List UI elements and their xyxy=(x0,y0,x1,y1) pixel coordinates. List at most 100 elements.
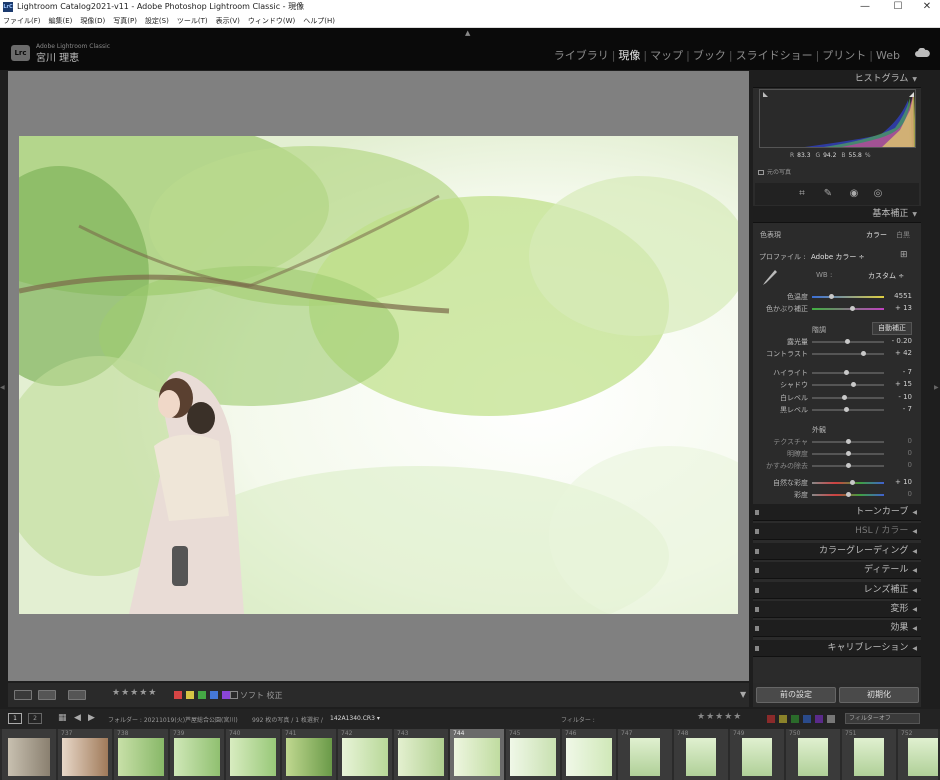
treatment-color-button[interactable]: カラー xyxy=(866,230,887,240)
shadows-value[interactable]: + 15 xyxy=(888,380,912,388)
masking-icon[interactable]: ◎ xyxy=(871,187,885,201)
before-after-swap-button[interactable] xyxy=(68,690,86,700)
main-photo[interactable] xyxy=(19,136,738,614)
color-label-green[interactable] xyxy=(198,691,206,699)
dehaze-value[interactable]: 0 xyxy=(888,461,912,469)
loupe-view-button[interactable] xyxy=(14,690,32,700)
panel-hsl[interactable]: HSL / カラー ◀ xyxy=(753,523,921,540)
previous-settings-button[interactable]: 前の設定 xyxy=(756,687,836,703)
exposure-knob[interactable] xyxy=(844,339,850,344)
grid-view-icon[interactable]: ▦ xyxy=(58,713,67,723)
shadows-slider[interactable] xyxy=(812,382,884,387)
filter-stars[interactable]: ★★★★★ xyxy=(697,712,742,722)
blacks-slider[interactable] xyxy=(812,407,884,412)
clarity-value[interactable]: 0 xyxy=(888,449,912,457)
thumbnail[interactable]: 749 xyxy=(730,729,784,780)
treatment-bw-button[interactable]: 白黒 xyxy=(896,230,910,240)
panel-transform[interactable]: 変形 ◀ xyxy=(753,601,921,618)
whites-value[interactable]: - 10 xyxy=(888,393,912,401)
top-panel-toggle-icon[interactable]: ▲ xyxy=(465,29,470,37)
menu-edit[interactable]: 編集(E) xyxy=(45,14,77,28)
basic-header[interactable]: 基本補正 ▼ xyxy=(753,206,921,223)
rating-stars[interactable]: ★★★★★ xyxy=(112,688,157,698)
thumbnail[interactable] xyxy=(2,729,56,780)
vibrance-slider[interactable] xyxy=(812,480,884,485)
folder-path[interactable]: フォルダー : 20211019(火)芦屋総合公園(宮川) xyxy=(108,715,238,724)
blacks-knob[interactable] xyxy=(843,407,849,412)
temp-slider[interactable] xyxy=(812,294,884,299)
filter-label-purple[interactable] xyxy=(815,715,823,723)
right-panel-scrollbar[interactable] xyxy=(921,71,927,683)
toolbar-menu-icon[interactable]: ▼ xyxy=(740,690,746,699)
module-book[interactable]: ブック xyxy=(693,49,726,62)
thumbnail[interactable]: 752 xyxy=(898,729,938,780)
panel-color-grading[interactable]: カラーグレーディング ◀ xyxy=(753,543,921,560)
clarity-slider[interactable] xyxy=(812,451,884,456)
back-icon[interactable]: ◀ xyxy=(74,713,81,723)
thumbnail[interactable]: 746 xyxy=(562,729,616,780)
thumbnail[interactable]: 751 xyxy=(842,729,896,780)
thumbnail[interactable]: 750 xyxy=(786,729,840,780)
menu-file[interactable]: ファイル(F) xyxy=(0,14,45,28)
color-label-blue[interactable] xyxy=(210,691,218,699)
shadows-knob[interactable] xyxy=(851,382,857,387)
crop-icon[interactable]: ⌗ xyxy=(795,187,809,201)
saturation-knob[interactable] xyxy=(846,492,851,497)
left-panel-toggle-icon[interactable]: ◀ xyxy=(0,384,5,391)
filter-label-blue[interactable] xyxy=(803,715,811,723)
menu-window[interactable]: ウィンドウ(W) xyxy=(244,14,299,28)
filter-label-red[interactable] xyxy=(767,715,775,723)
texture-knob[interactable] xyxy=(846,439,851,444)
color-label-yellow[interactable] xyxy=(186,691,194,699)
thumbnail[interactable]: 743 xyxy=(394,729,448,780)
menu-tools[interactable]: ツール(T) xyxy=(173,14,212,28)
contrast-value[interactable]: + 42 xyxy=(888,349,912,357)
tint-value[interactable]: + 13 xyxy=(888,304,912,312)
menu-develop[interactable]: 現像(D) xyxy=(76,14,109,28)
profile-select[interactable]: Adobe カラー ÷ xyxy=(811,252,864,262)
module-develop[interactable]: 現像 xyxy=(618,49,640,62)
selected-file[interactable]: 142A1340.CR3 ▾ xyxy=(330,715,380,722)
cloud-sync-icon[interactable] xyxy=(915,48,930,57)
thumbnail[interactable]: 737 xyxy=(58,729,112,780)
color-label-red[interactable] xyxy=(174,691,182,699)
module-map[interactable]: マップ xyxy=(650,49,683,62)
texture-slider[interactable] xyxy=(812,439,884,444)
filter-label-yellow[interactable] xyxy=(779,715,787,723)
reset-button[interactable]: 初期化 xyxy=(839,687,919,703)
highlights-knob[interactable] xyxy=(843,370,849,375)
tint-slider[interactable] xyxy=(812,306,884,311)
contrast-slider[interactable] xyxy=(812,351,884,356)
module-web[interactable]: Web xyxy=(876,49,900,62)
before-after-button[interactable] xyxy=(38,690,56,700)
dehaze-knob[interactable] xyxy=(846,463,851,468)
menu-help[interactable]: ヘルプ(H) xyxy=(299,14,339,28)
thumbnail[interactable]: 741 xyxy=(282,729,336,780)
primary-window-button[interactable]: 1 xyxy=(8,713,22,724)
module-slideshow[interactable]: スライドショー xyxy=(736,49,813,62)
blacks-value[interactable]: - 7 xyxy=(888,405,912,413)
highlights-slider[interactable] xyxy=(812,370,884,375)
panel-detail[interactable]: ディテール ◀ xyxy=(753,562,921,579)
auto-tone-button[interactable]: 自動補正 xyxy=(872,322,912,335)
spot-removal-icon[interactable]: ✎ xyxy=(821,187,835,201)
temp-value[interactable]: 4551 xyxy=(888,292,912,300)
histogram-graph[interactable] xyxy=(759,89,916,148)
menu-settings[interactable]: 設定(S) xyxy=(141,14,173,28)
red-eye-icon[interactable]: ◉ xyxy=(847,187,861,201)
maximize-button[interactable]: ☐ xyxy=(883,0,913,14)
forward-icon[interactable]: ▶ xyxy=(88,713,95,723)
thumbnail[interactable]: 739 xyxy=(170,729,224,780)
secondary-window-button[interactable]: 2 xyxy=(28,713,42,724)
menu-view[interactable]: 表示(V) xyxy=(212,14,244,28)
panel-lens-corrections[interactable]: レンズ補正 ◀ xyxy=(753,582,921,599)
color-label-purple[interactable] xyxy=(222,691,230,699)
exposure-value[interactable]: - 0.20 xyxy=(888,337,912,345)
right-panel-toggle-icon[interactable]: ▶ xyxy=(934,384,939,391)
saturation-slider[interactable] xyxy=(812,492,884,497)
whites-slider[interactable] xyxy=(812,395,884,400)
close-button[interactable]: ✕ xyxy=(912,0,940,14)
panel-effects[interactable]: 効果 ◀ xyxy=(753,620,921,637)
menu-photo[interactable]: 写真(P) xyxy=(109,14,141,28)
exposure-slider[interactable] xyxy=(812,339,884,344)
